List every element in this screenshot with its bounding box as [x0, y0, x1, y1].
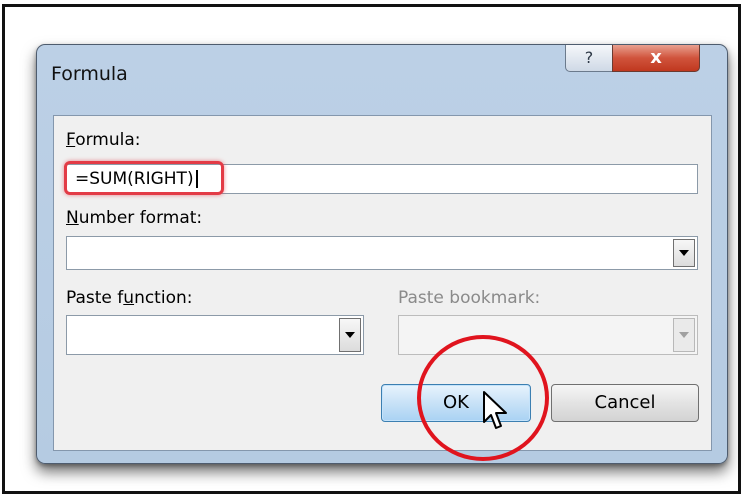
dialog-body: Formula: =SUM(RIGHT) Number format: Past…: [53, 115, 712, 451]
red-highlight-box: [64, 161, 224, 195]
formula-label-mnemonic: F: [66, 130, 76, 150]
chevron-down-icon: [673, 318, 695, 352]
chevron-down-icon[interactable]: [339, 318, 361, 352]
paste-function-label-before: Paste f: [66, 288, 124, 308]
paste-function-label-after: nction:: [134, 288, 193, 308]
mouse-pointer-icon: [483, 391, 507, 429]
close-button[interactable]: x: [612, 45, 700, 72]
chevron-down-icon[interactable]: [673, 239, 695, 267]
number-format-label-mnemonic: N: [66, 208, 79, 228]
formula-dialog: Formula ? x Formula: =SUM(RIGHT) Number …: [36, 44, 728, 464]
help-button[interactable]: ?: [565, 45, 613, 72]
paste-function-label-mnemonic: u: [123, 288, 135, 308]
cancel-button[interactable]: Cancel: [551, 384, 699, 422]
paste-bookmark-label: Paste bookmark:: [398, 288, 541, 308]
dialog-title: Formula: [51, 63, 128, 85]
formula-label: Formula:: [66, 130, 140, 150]
number-format-label: Number format:: [66, 208, 202, 228]
paste-function-select[interactable]: [66, 315, 364, 355]
number-format-select[interactable]: [66, 236, 698, 270]
formula-label-text: ormula:: [75, 130, 141, 150]
help-icon: ?: [584, 48, 594, 67]
paste-function-label: Paste function:: [66, 288, 192, 308]
number-format-label-text: umber format:: [78, 208, 203, 228]
close-icon: x: [650, 47, 662, 68]
